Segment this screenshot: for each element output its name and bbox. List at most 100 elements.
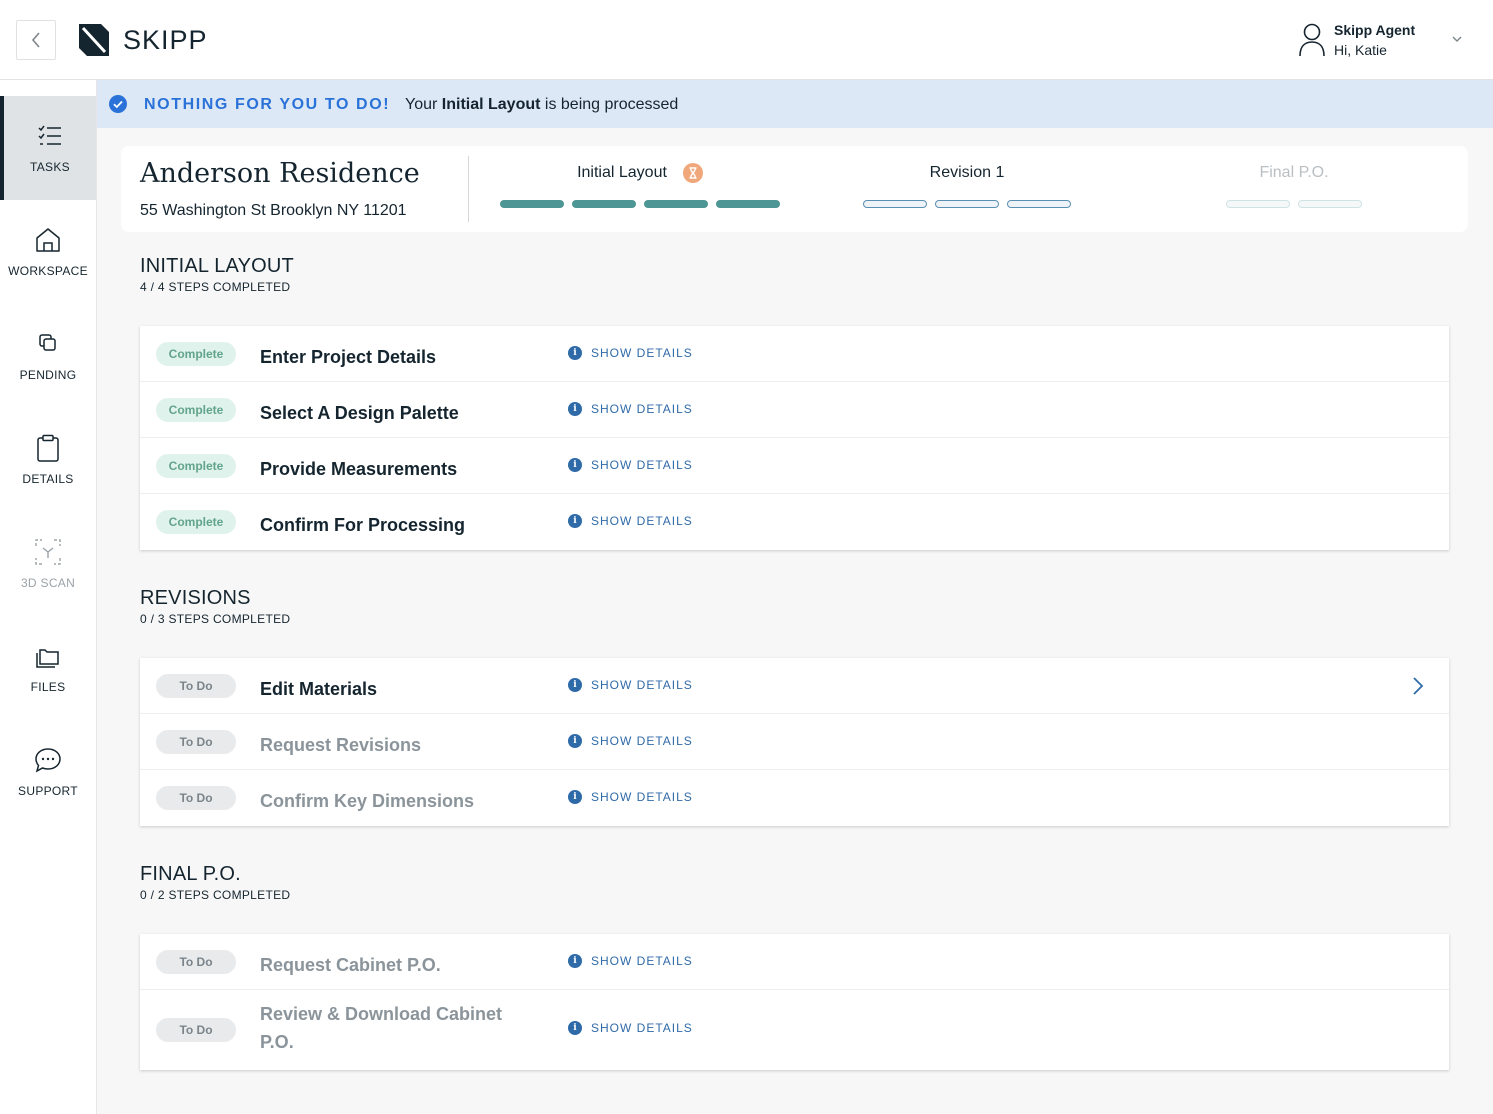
sidebar-item-3d-scan[interactable]: 3D SCAN — [0, 512, 96, 616]
project-name: Anderson Residence — [140, 158, 420, 189]
task-name: Enter Project Details — [260, 347, 437, 367]
top-bar: SKIPP Skipp Agent Hi, Katie — [0, 0, 1493, 80]
user-avatar-icon — [1299, 23, 1325, 56]
back-button[interactable] — [16, 20, 56, 60]
sidebar-item-label: FILES — [30, 680, 66, 694]
show-details-link[interactable]: i SHOW DETAILS — [568, 458, 693, 472]
stage-progress — [1226, 200, 1362, 208]
sidebar-item-label: TASKS — [30, 160, 70, 174]
chevron-left-icon — [31, 32, 40, 48]
task-row[interactable]: To Do Request Cabinet P.O. i SHOW DETAILS — [140, 934, 1449, 990]
info-icon: i — [568, 678, 582, 692]
hourglass-icon — [682, 163, 703, 183]
task-name: Request Cabinet P.O. — [260, 955, 441, 975]
info-icon: i — [568, 346, 582, 360]
status-badge: To Do — [156, 950, 236, 974]
sidebar-item-label: 3D SCAN — [20, 576, 76, 590]
stage-revision-1[interactable]: Revision 1 — [863, 162, 1071, 208]
home-icon — [36, 228, 60, 252]
show-details-link[interactable]: i SHOW DETAILS — [568, 1021, 693, 1035]
show-details-link[interactable]: i SHOW DETAILS — [568, 678, 693, 692]
task-list-initial-layout: Complete Enter Project Details i SHOW DET… — [140, 326, 1449, 550]
sidebar-item-support[interactable]: SUPPORT — [0, 720, 96, 824]
section-title-revisions: REVISIONS — [140, 587, 251, 609]
copy-icon — [39, 334, 56, 351]
stage-label: Final P.O. — [1259, 164, 1329, 181]
task-row[interactable]: Complete Provide Measurements i SHOW DETA… — [140, 438, 1449, 494]
sidebar-item-label: SUPPORT — [18, 784, 78, 798]
task-row[interactable]: Complete Confirm For Processing i SHOW DE… — [140, 494, 1449, 550]
banner-title: NOTHING FOR YOU TO DO! — [144, 96, 391, 113]
folder-icon — [36, 649, 59, 668]
sidebar-item-label: WORKSPACE — [8, 264, 88, 278]
scan-icon — [35, 539, 61, 565]
task-name: Provide Measurements — [260, 459, 458, 479]
progress-segment — [863, 200, 927, 208]
section-progress: 4 / 4 STEPS COMPLETED — [140, 280, 291, 294]
chevron-right-icon[interactable] — [1410, 676, 1426, 696]
info-icon: i — [568, 402, 582, 416]
section-progress: 0 / 2 STEPS COMPLETED — [140, 888, 291, 902]
progress-segment — [716, 200, 780, 208]
check-circle-icon — [109, 95, 127, 113]
stage-initial-layout[interactable]: Initial Layout — [500, 162, 780, 208]
show-details-link[interactable]: i SHOW DETAILS — [568, 954, 693, 968]
project-summary-card: Anderson Residence 55 Washington St Broo… — [121, 146, 1468, 232]
user-name: Skipp Agent — [1334, 22, 1416, 38]
stage-final-po: Final P.O. — [1226, 162, 1362, 208]
chat-icon — [35, 748, 61, 773]
show-details-link[interactable]: i SHOW DETAILS — [568, 790, 693, 804]
user-menu[interactable]: Skipp Agent Hi, Katie — [1298, 20, 1415, 60]
section-progress: 0 / 3 STEPS COMPLETED — [140, 612, 291, 626]
show-details-link[interactable]: i SHOW DETAILS — [568, 514, 693, 528]
task-list-revisions: To Do Edit Materials i SHOW DETAILS To Do… — [140, 658, 1449, 826]
divider — [468, 156, 469, 222]
task-row[interactable]: To Do Request Revisions i SHOW DETAILS — [140, 714, 1449, 770]
info-icon: i — [568, 790, 582, 804]
sidebar-item-pending[interactable]: PENDING — [0, 304, 96, 408]
stage-label: Revision 1 — [929, 164, 1005, 181]
stage-progress — [500, 200, 780, 208]
status-badge: To Do — [156, 786, 236, 810]
task-list-final-po: To Do Request Cabinet P.O. i SHOW DETAILS… — [140, 934, 1449, 1070]
banner-message: Your Initial Layout is being processed — [405, 96, 679, 113]
show-details-link[interactable]: i SHOW DETAILS — [568, 734, 693, 748]
chevron-down-icon[interactable] — [1450, 32, 1464, 46]
info-icon: i — [568, 514, 582, 528]
info-icon: i — [568, 458, 582, 472]
progress-segment — [935, 200, 999, 208]
status-badge: Complete — [156, 398, 236, 422]
progress-segment — [644, 200, 708, 208]
status-banner: NOTHING FOR YOU TO DO! Your Initial Layo… — [97, 80, 1493, 128]
status-badge: Complete — [156, 454, 236, 478]
clipboard-icon — [37, 434, 59, 462]
sidebar-item-details[interactable]: DETAILS — [0, 408, 96, 512]
logo[interactable]: SKIPP — [79, 24, 208, 56]
progress-segment — [1298, 200, 1362, 208]
stage-progress — [863, 200, 1071, 208]
task-row[interactable]: To Do Review & Download Cabinet P.O. i SH… — [140, 990, 1449, 1070]
task-name: Edit Materials — [260, 679, 378, 699]
sidebar-item-workspace[interactable]: WORKSPACE — [0, 200, 96, 304]
sidebar-item-label: DETAILS — [22, 472, 74, 486]
user-greeting: Hi, Katie — [1334, 42, 1387, 58]
show-details-link[interactable]: i SHOW DETAILS — [568, 346, 693, 360]
stage-label: Initial Layout — [577, 164, 667, 181]
status-badge: Complete — [156, 510, 236, 534]
task-name: Request Revisions — [260, 735, 422, 755]
task-name: Review & Download Cabinet P.O. — [260, 1004, 503, 1052]
sidebar-item-files[interactable]: FILES — [0, 616, 96, 720]
progress-segment — [500, 200, 564, 208]
section-title-initial-layout: INITIAL LAYOUT — [140, 255, 294, 277]
task-row[interactable]: Complete Enter Project Details i SHOW DET… — [140, 326, 1449, 382]
task-name: Select A Design Palette — [260, 403, 459, 423]
show-details-link[interactable]: i SHOW DETAILS — [568, 402, 693, 416]
info-icon: i — [568, 1021, 582, 1035]
task-row[interactable]: To Do Edit Materials i SHOW DETAILS — [140, 658, 1449, 714]
task-row[interactable]: Complete Select A Design Palette i SHOW D… — [140, 382, 1449, 438]
sidebar-item-tasks[interactable]: TASKS — [0, 96, 96, 200]
task-name: Confirm For Processing — [260, 515, 466, 535]
status-badge: To Do — [156, 730, 236, 754]
project-address: 55 Washington St Brooklyn NY 11201 — [140, 202, 407, 219]
task-row[interactable]: To Do Confirm Key Dimensions i SHOW DETAI… — [140, 770, 1449, 826]
